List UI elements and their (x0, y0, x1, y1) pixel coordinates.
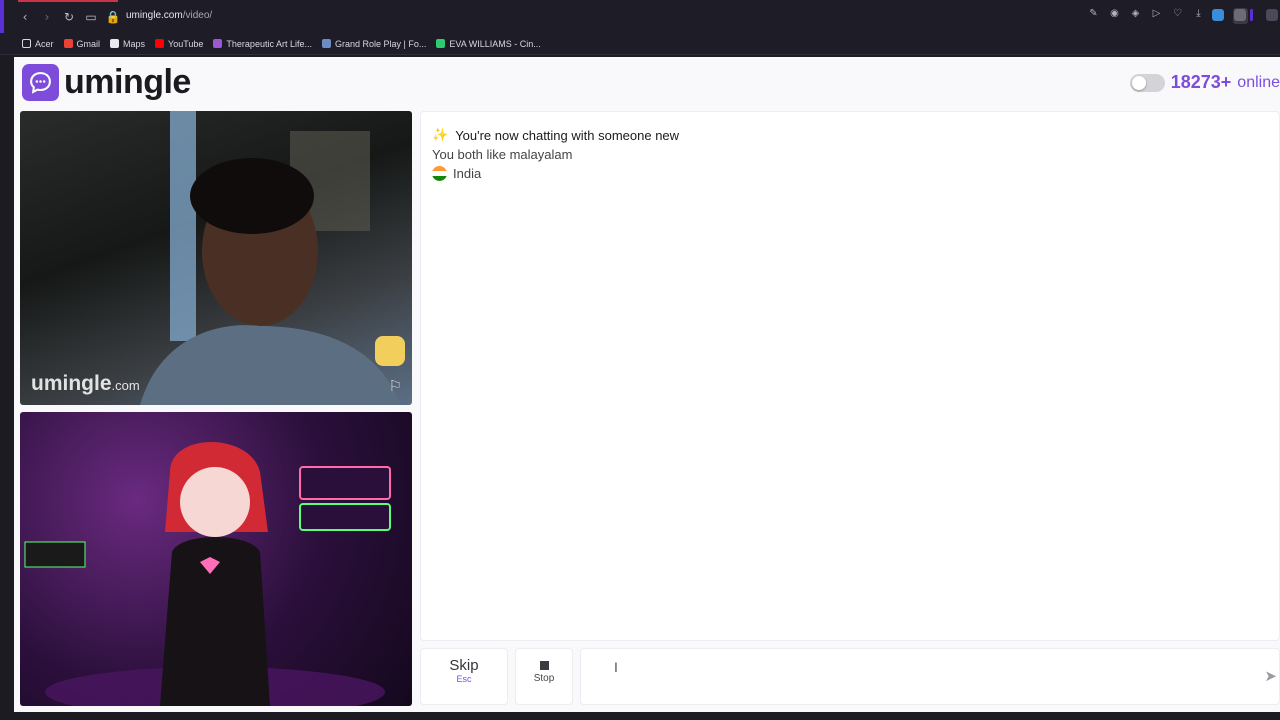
stop-icon (539, 661, 549, 670)
bookmark-grand-role-play[interactable]: Grand Role Play | Fo... (321, 39, 426, 49)
sidebar-accent (1250, 9, 1253, 21)
youtube-icon (155, 39, 165, 48)
skip-label: Skip (449, 657, 479, 674)
chat-intro: ✨ You're now chatting with someone new (432, 127, 680, 143)
play-icon[interactable]: ▷ (1149, 8, 1164, 24)
address-bar[interactable]: umingle.com/video/ (126, 10, 212, 21)
message-composer: ➤ (580, 648, 1280, 705)
sparkles-icon: ✨ (432, 127, 449, 142)
chat-bubble-icon (22, 64, 59, 101)
online-indicator: 18273+ online (1129, 72, 1280, 93)
stop-label: Stop (533, 673, 555, 684)
tab-accent (0, 0, 4, 33)
page: umingle 18273+ online umingle.com ⚐ ✨ Yo… (14, 57, 1280, 712)
camera-icon[interactable]: ◉ (1107, 8, 1122, 24)
message-input[interactable] (595, 657, 1245, 697)
skip-button[interactable]: Skip Esc (420, 648, 508, 705)
download-icon[interactable]: ⤓ (1191, 8, 1206, 24)
bookmarks-bar: Acer Gmail Maps YouTube Therapeutic Art … (0, 33, 1280, 55)
site-icon (321, 39, 331, 48)
bookmark-maps[interactable]: Maps (110, 39, 145, 49)
browser-toolbar: ‹ › ↻ ▭ 🔒 umingle.com/video/ ✎ ◉ ◈ ▷ ♡ ⤓… (0, 0, 1280, 33)
extension-icon-2[interactable] (1266, 9, 1278, 21)
local-video (20, 412, 412, 706)
text-cursor-icon: I (614, 659, 618, 675)
page-icon (110, 39, 120, 48)
stop-button[interactable]: Stop (515, 648, 573, 705)
bottom-bar (0, 712, 1280, 720)
logo[interactable]: umingle (22, 63, 191, 102)
online-count: 18273+ (1170, 72, 1232, 92)
online-label: online (1237, 73, 1280, 91)
bookmark-gmail[interactable]: Gmail (63, 39, 100, 49)
edit-icon[interactable]: ✎ (1086, 8, 1101, 24)
bookmark-youtube[interactable]: YouTube (155, 39, 203, 49)
cube-icon[interactable] (1234, 9, 1246, 21)
active-tab-indicator (18, 0, 118, 2)
skip-hint: Esc (456, 674, 472, 684)
remote-video: umingle.com ⚐ (20, 111, 412, 405)
url-host: umingle.com (126, 10, 183, 21)
reload-icon[interactable]: ↻ (58, 8, 80, 26)
nav-buttons: ‹ › ↻ ▭ 🔒 (14, 8, 124, 26)
bookmark-eva-williams[interactable]: EVA WILLIAMS - Cin... (436, 39, 541, 49)
common-interest: You both like malayalam (432, 147, 573, 162)
heart-icon[interactable]: ♡ (1170, 8, 1185, 24)
india-flag-icon (432, 166, 447, 181)
logo-text: umingle (64, 63, 191, 101)
url-path: /video/ (182, 10, 213, 21)
toggle-switch[interactable] (1129, 73, 1165, 92)
back-icon[interactable]: ‹ (14, 8, 36, 26)
bookmark-therapeutic-art[interactable]: Therapeutic Art Life... (213, 39, 312, 49)
local-video-frame (24, 442, 391, 706)
tabs-icon[interactable]: ▭ (80, 8, 102, 26)
umingle-watermark: umingle.com (31, 372, 140, 395)
extension-icon[interactable] (1212, 9, 1224, 21)
site-icon (213, 39, 223, 48)
report-flag-icon[interactable]: ⚐ (389, 377, 402, 395)
forward-icon[interactable]: › (36, 8, 58, 26)
gmail-icon (63, 39, 73, 48)
site-icon (436, 39, 446, 48)
bookmark-acer[interactable]: Acer (22, 39, 54, 49)
lock-icon: 🔒 (105, 10, 121, 24)
send-icon[interactable]: ➤ (1264, 667, 1277, 685)
sidebar-strip (0, 57, 14, 712)
chat-panel: ✨ You're now chatting with someone new Y… (420, 111, 1280, 641)
stranger-country: India (432, 166, 481, 181)
shield-icon[interactable]: ◈ (1128, 8, 1143, 24)
folder-icon (22, 39, 31, 48)
remote-video-frame (140, 111, 405, 405)
